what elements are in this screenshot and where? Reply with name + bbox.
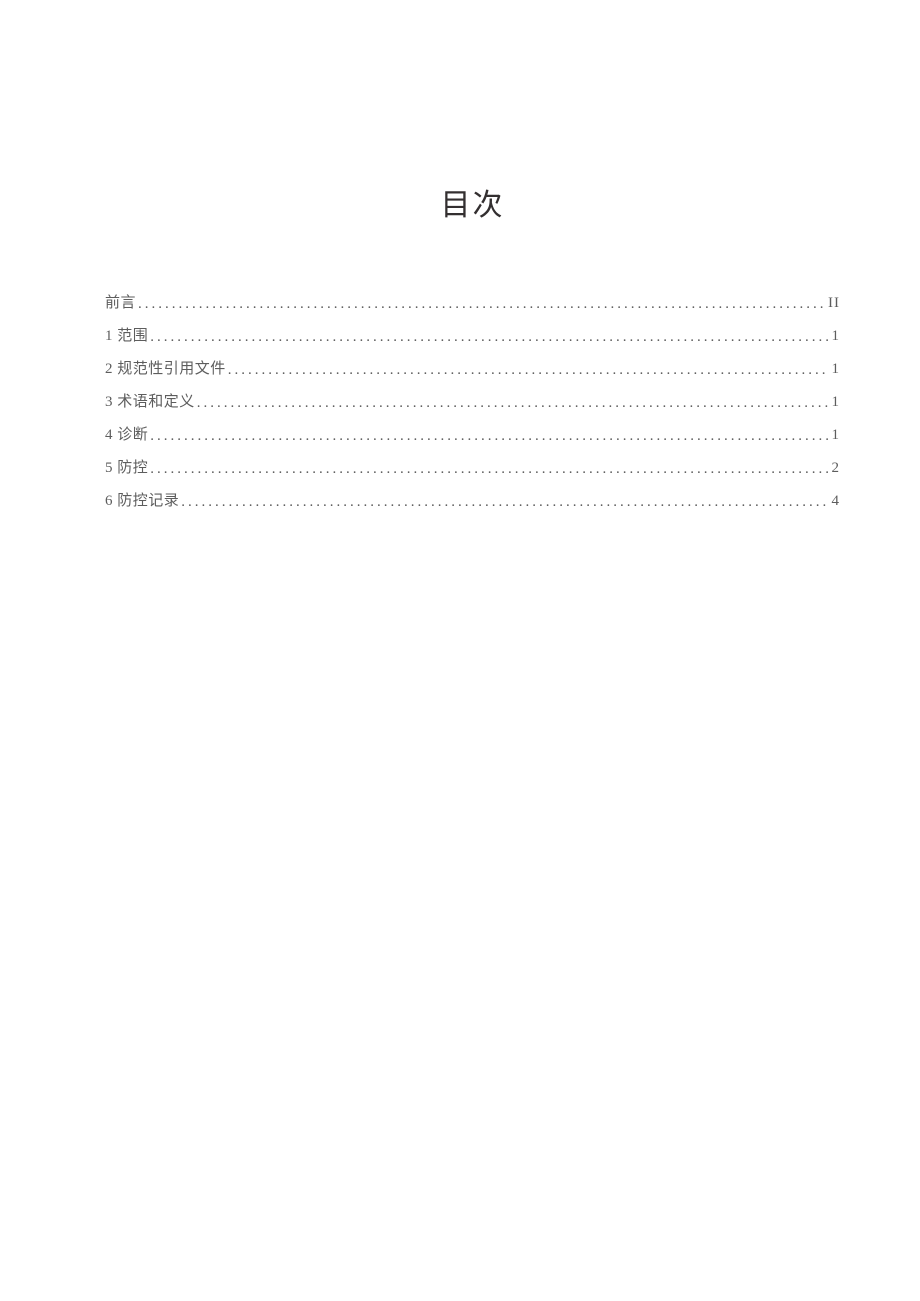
toc-page-number: 1 [830,362,840,377]
toc-leader-dots [181,495,828,510]
toc-entry-control-record: 6 防控记录 4 [105,494,840,509]
toc-label: 4 诊断 [105,428,148,443]
toc-entry-normative-references: 2 规范性引用文件 1 [105,362,840,377]
toc-leader-dots [150,330,828,345]
toc-label: 2 规范性引用文件 [105,362,226,377]
toc-page-number: II [828,296,840,311]
toc-label: 3 术语和定义 [105,395,195,410]
toc-page-number: 1 [830,428,840,443]
page-title: 目次 [105,180,840,224]
toc-entry-diagnosis: 4 诊断 1 [105,428,840,443]
toc-leader-dots [197,396,828,411]
table-of-contents: 前言 II 1 范围 1 2 规范性引用文件 1 3 术语和定义 1 4 诊断 … [105,296,840,509]
document-page: 目次 前言 II 1 范围 1 2 规范性引用文件 1 3 术语和定义 1 4 … [0,0,920,1301]
toc-label: 前言 [105,296,136,311]
toc-label: 6 防控记录 [105,494,179,509]
toc-label: 1 范围 [105,329,148,344]
toc-page-number: 4 [830,494,840,509]
toc-leader-dots [228,363,828,378]
toc-leader-dots [150,462,828,477]
toc-entry-preface: 前言 II [105,296,840,311]
toc-leader-dots [138,297,826,312]
toc-page-number: 2 [830,461,840,476]
toc-page-number: 1 [830,395,840,410]
toc-page-number: 1 [830,329,840,344]
toc-entry-scope: 1 范围 1 [105,329,840,344]
toc-label: 5 防控 [105,461,148,476]
toc-leader-dots [150,429,828,444]
toc-entry-terms-definitions: 3 术语和定义 1 [105,395,840,410]
toc-entry-prevention-control: 5 防控 2 [105,461,840,476]
